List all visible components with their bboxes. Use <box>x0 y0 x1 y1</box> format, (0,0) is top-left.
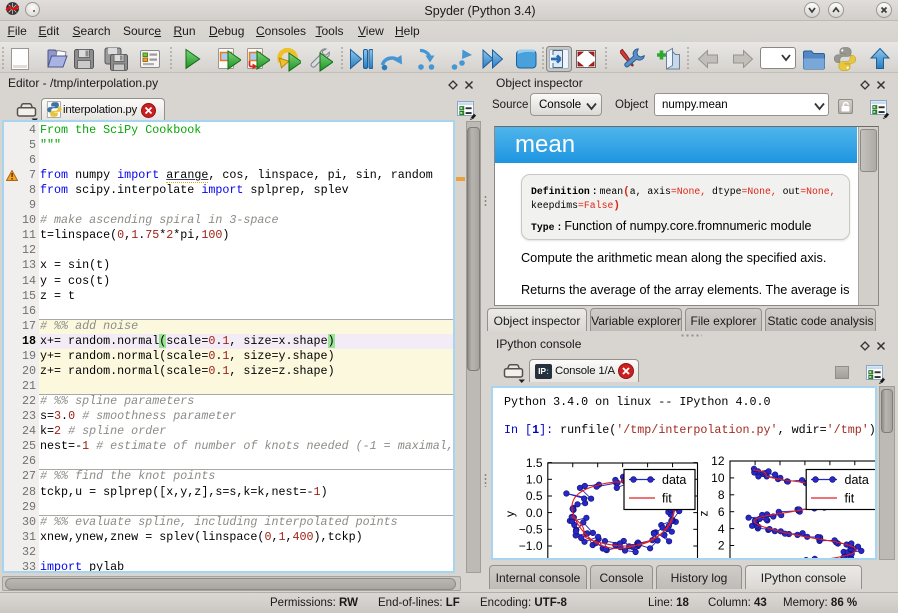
svg-text:2: 2 <box>718 539 725 553</box>
svg-text:10: 10 <box>711 471 725 485</box>
svg-text:4: 4 <box>718 522 725 536</box>
svg-text:data: data <box>845 473 869 487</box>
svg-text:6: 6 <box>718 505 725 519</box>
svg-text:0.5: 0.5 <box>526 489 543 503</box>
svg-text:8: 8 <box>718 488 725 502</box>
svg-text:fit: fit <box>662 492 672 506</box>
svg-text:0.0: 0.0 <box>526 506 543 520</box>
svg-text:−1.0: −1.0 <box>519 539 543 553</box>
svg-text:fit: fit <box>845 492 855 506</box>
svg-text:data: data <box>662 473 686 487</box>
svg-text:1.0: 1.0 <box>526 473 543 487</box>
svg-text:12: 12 <box>711 454 725 468</box>
svg-text:y: y <box>503 511 517 517</box>
svg-text:1.5: 1.5 <box>526 456 543 470</box>
svg-text:−0.5: −0.5 <box>519 523 543 537</box>
svg-text:z: z <box>697 511 711 517</box>
